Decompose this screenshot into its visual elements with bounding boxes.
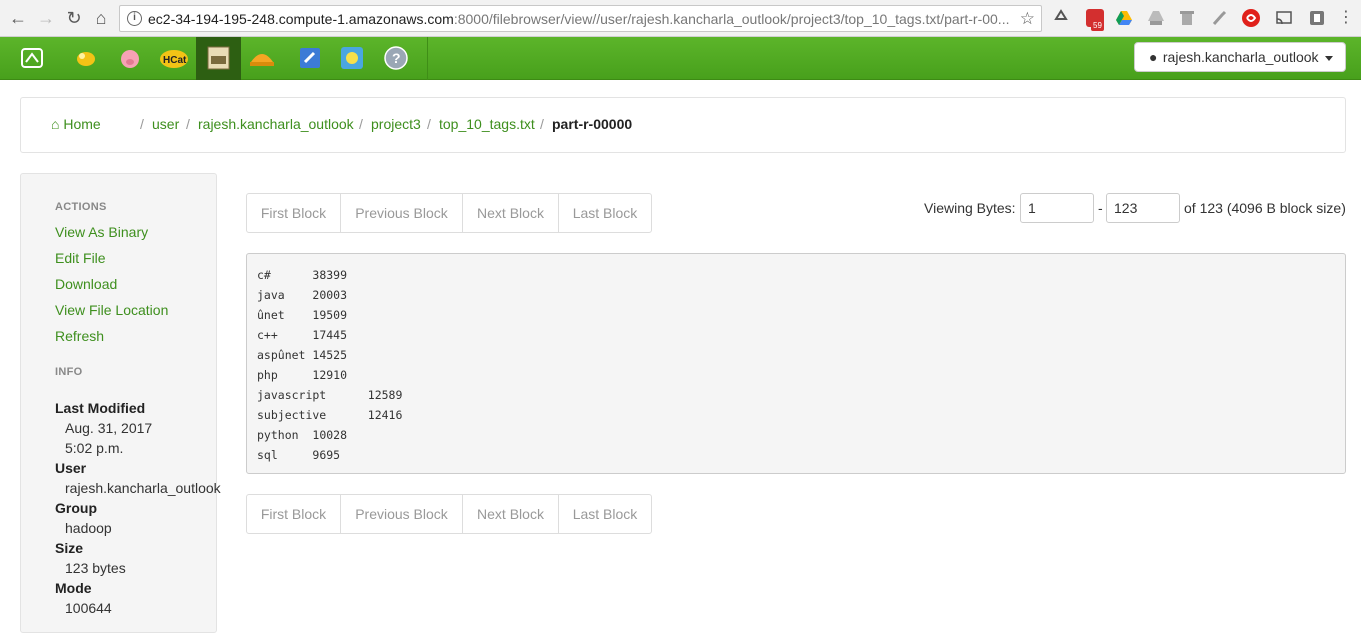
pig-icon[interactable]: [116, 44, 144, 72]
breadcrumb-home[interactable]: ⌂ Home: [51, 116, 101, 132]
sidebar: ACTIONS View As Binary Edit File Downloa…: [20, 173, 221, 633]
previous-block-button[interactable]: Previous Block: [341, 194, 463, 232]
last-modified-time: 5:02 p.m.: [65, 440, 124, 456]
address-bar[interactable]: i ec2-34-194-195-248.compute-1.amazonaws…: [119, 5, 1042, 32]
recycle-extension-icon[interactable]: [1052, 9, 1070, 27]
last-modified-date: Aug. 31, 2017: [65, 420, 153, 436]
last-modified-label: Last Modified: [55, 400, 146, 416]
breadcrumb-separator: /: [140, 116, 144, 132]
byte-total-text: of 123 (4096 B block size): [1184, 200, 1346, 216]
mode-value: 100644: [65, 600, 112, 616]
breadcrumb-project3[interactable]: project3: [371, 116, 421, 132]
tool-extension-icon[interactable]: [1210, 9, 1228, 27]
first-block-button[interactable]: First Block: [247, 495, 341, 533]
group-value: hadoop: [65, 520, 112, 536]
reload-icon[interactable]: ↻: [64, 8, 84, 28]
extension-badge: 59: [1091, 21, 1104, 31]
breadcrumb-separator: /: [427, 116, 431, 132]
svg-text:?: ?: [392, 50, 401, 66]
breadcrumb-current: part-r-00000: [552, 116, 633, 132]
file-content: c# 38399 java 20003 ûnet 19509 c++ 17445…: [257, 268, 403, 462]
end-byte-input[interactable]: 123: [1106, 193, 1180, 223]
hive-beeswax-icon[interactable]: [72, 44, 100, 72]
last-block-button[interactable]: Last Block: [559, 194, 651, 232]
extension-box-icon[interactable]: [1308, 9, 1326, 27]
back-icon[interactable]: ←: [8, 8, 28, 28]
block-pager-top: First Block Previous Block Next Block La…: [246, 193, 652, 233]
user-menu-label: rajesh.kancharla_outlook: [1162, 49, 1319, 65]
browser-toolbar: ← → ↻ ⌂ i ec2-34-194-195-248.compute-1.a…: [0, 0, 1361, 37]
forward-icon[interactable]: →: [36, 8, 56, 28]
previous-block-button[interactable]: Previous Block: [341, 495, 463, 533]
job-browser-icon[interactable]: [296, 44, 324, 72]
user-label: User: [55, 460, 87, 476]
svg-text:HCat: HCat: [163, 55, 187, 66]
first-block-button[interactable]: First Block: [247, 194, 341, 232]
file-browser-icon[interactable]: [196, 37, 241, 80]
download-link[interactable]: Download: [55, 276, 117, 292]
group-label: Group: [55, 500, 97, 516]
next-block-button[interactable]: Next Block: [463, 194, 559, 232]
breadcrumb: ⌂ Home / user / rajesh.kancharla_outlook…: [20, 97, 1346, 153]
view-file-location-link[interactable]: View File Location: [55, 302, 168, 318]
site-info-icon[interactable]: i: [127, 11, 142, 26]
viewing-bytes-label: Viewing Bytes:: [924, 200, 1016, 216]
view-as-binary-link[interactable]: View As Binary: [55, 224, 148, 240]
cast-icon[interactable]: [1275, 9, 1293, 27]
info-heading: INFO: [55, 366, 83, 378]
size-value: 123 bytes: [65, 560, 126, 576]
next-block-button[interactable]: Next Block: [463, 495, 559, 533]
block-pager-bottom: First Block Previous Block Next Block La…: [246, 494, 652, 534]
size-label: Size: [55, 540, 84, 556]
user-menu-button[interactable]: ● rajesh.kancharla_outlook: [1134, 42, 1346, 72]
trash-extension-icon[interactable]: [1178, 9, 1196, 27]
breadcrumb-separator: /: [359, 116, 363, 132]
refresh-link[interactable]: Refresh: [55, 328, 104, 344]
file-content-panel: c# 38399 java 20003 ûnet 19509 c++ 17445…: [246, 253, 1346, 474]
help-icon[interactable]: ?: [382, 44, 410, 72]
hcat-icon[interactable]: HCat: [158, 44, 190, 72]
breadcrumb-user-folder[interactable]: rajesh.kancharla_outlook: [198, 116, 354, 132]
edit-file-link[interactable]: Edit File: [55, 250, 106, 266]
home-icon: ⌂: [51, 116, 60, 132]
chevron-down-icon: [1325, 55, 1334, 61]
start-byte-input[interactable]: 1: [1020, 193, 1094, 223]
user-icon: ●: [1149, 49, 1158, 65]
last-block-button[interactable]: Last Block: [559, 495, 651, 533]
user-value: rajesh.kancharla_outlook: [65, 480, 221, 496]
app-bar-divider: [427, 37, 428, 80]
bookmark-star-icon[interactable]: ☆: [1020, 9, 1035, 29]
security-extension-icon[interactable]: [1242, 9, 1260, 27]
oozie-icon[interactable]: [338, 44, 366, 72]
mode-label: Mode: [55, 580, 92, 596]
job-designer-icon[interactable]: [248, 44, 276, 72]
chrome-menu-icon[interactable]: ⋮: [1336, 8, 1356, 28]
url-text: ec2-34-194-195-248.compute-1.amazonaws.c…: [148, 11, 1010, 27]
drive-grey-icon[interactable]: [1147, 9, 1165, 27]
breadcrumb-top-10-tags[interactable]: top_10_tags.txt: [439, 116, 535, 132]
breadcrumb-separator: /: [186, 116, 190, 132]
breadcrumb-separator: /: [540, 116, 544, 132]
home-icon[interactable]: ⌂: [91, 8, 111, 28]
byte-range-dash: -: [1098, 200, 1103, 216]
hue-logo-icon[interactable]: [18, 44, 46, 72]
google-drive-icon[interactable]: [1115, 9, 1133, 27]
actions-heading: ACTIONS: [55, 201, 107, 213]
breadcrumb-user[interactable]: user: [152, 116, 179, 132]
